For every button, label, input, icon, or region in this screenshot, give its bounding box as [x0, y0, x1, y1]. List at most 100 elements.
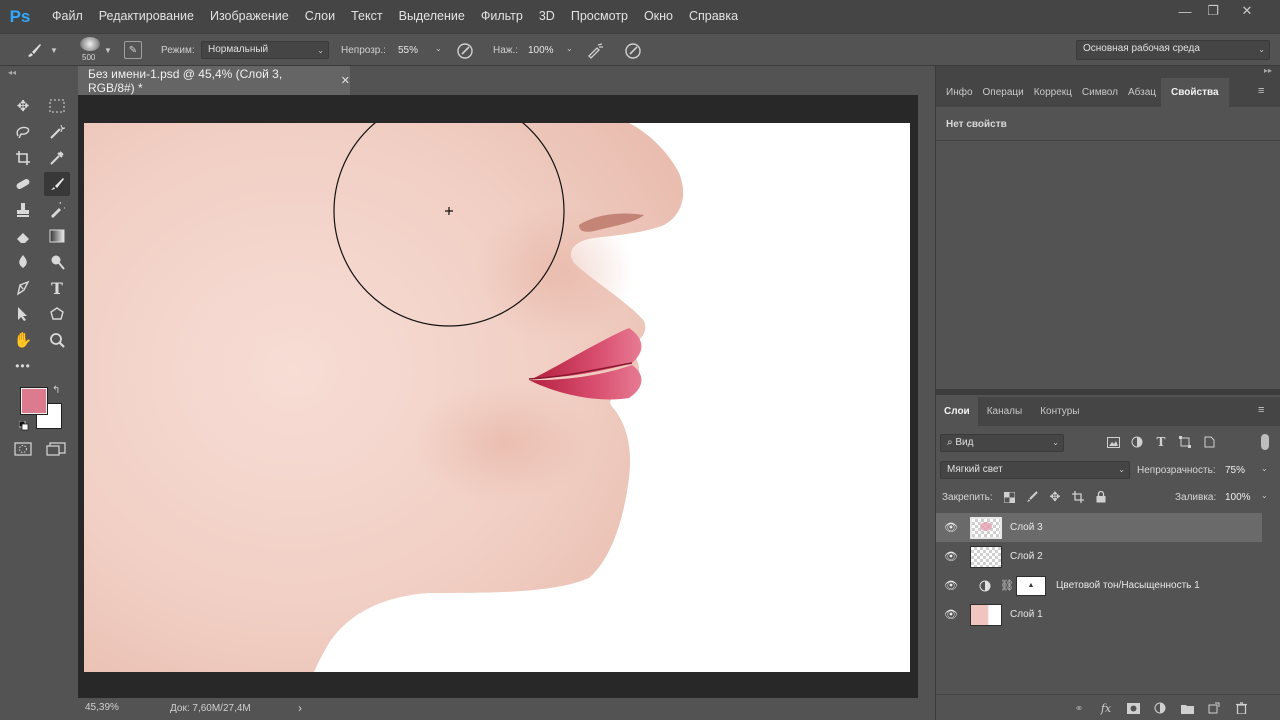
lock-transparency-icon[interactable] — [1002, 490, 1016, 504]
filter-adjustment-icon[interactable] — [1130, 435, 1144, 449]
menu-select[interactable]: Выделение — [391, 0, 473, 33]
close-window-button[interactable]: ✕ — [1230, 0, 1264, 22]
filter-type-icon[interactable]: T — [1154, 435, 1168, 449]
type-icon[interactable]: T — [44, 276, 70, 300]
menu-file[interactable]: Файл — [44, 0, 91, 33]
dodge-icon[interactable] — [44, 250, 70, 274]
zoom-level[interactable]: 45,39% — [85, 702, 119, 713]
blend-mode-dropdown[interactable]: Мягкий свет ⌄ — [940, 461, 1130, 479]
layer-filter-dropdown[interactable]: ⌕ Вид ⌄ — [940, 434, 1064, 452]
menu-edit[interactable]: Редактирование — [91, 0, 202, 33]
brush-icon[interactable] — [44, 172, 70, 196]
lasso-icon[interactable] — [10, 120, 36, 144]
opacity-value[interactable]: 55% — [398, 45, 418, 56]
tab-channels[interactable]: Каналы — [978, 397, 1032, 426]
layer-row-3[interactable]: 👁 Слой 3 — [936, 513, 1262, 542]
path-selection-icon[interactable] — [10, 302, 36, 326]
tab-paths[interactable]: Контуры — [1031, 397, 1088, 426]
layer-name[interactable]: Слой 2 — [1010, 551, 1043, 562]
foreground-color-swatch[interactable] — [20, 387, 48, 415]
layer-row-2[interactable]: 👁 Слой 2 — [936, 542, 1262, 571]
brush-preset-caret-icon[interactable]: ▼ — [50, 46, 58, 55]
pressure-opacity-icon[interactable] — [455, 41, 475, 61]
tab-character[interactable]: Символ — [1077, 78, 1123, 107]
trash-icon[interactable] — [1234, 701, 1248, 715]
more-tools-icon[interactable]: ••• — [10, 354, 36, 378]
visibility-eye-icon[interactable]: 👁 — [936, 579, 966, 592]
history-brush-icon[interactable] — [44, 198, 70, 222]
layer-opacity-caret-icon[interactable]: ⌄ — [1261, 464, 1268, 473]
crop-icon[interactable] — [10, 146, 36, 170]
menu-help[interactable]: Справка — [681, 0, 746, 33]
layer-mask-thumbnail[interactable]: ▲ — [1016, 575, 1046, 596]
magic-wand-icon[interactable] — [44, 120, 70, 144]
pressure-size-icon[interactable] — [623, 41, 643, 61]
close-document-icon[interactable]: ✕ — [341, 74, 350, 87]
blur-icon[interactable] — [10, 250, 36, 274]
screen-mode-icon[interactable] — [44, 440, 68, 458]
mode-dropdown[interactable]: Нормальный ⌄ — [201, 41, 329, 59]
layer-row-1[interactable]: 👁 Слой 1 — [936, 600, 1262, 629]
fill-value[interactable]: 100% — [1225, 492, 1251, 503]
move-icon[interactable]: ✥ — [10, 94, 36, 118]
menu-window[interactable]: Окно — [636, 0, 681, 33]
menu-3d[interactable]: 3D — [531, 0, 563, 33]
brush-panel-toggle-icon[interactable]: ✎ — [124, 41, 142, 59]
marquee-icon[interactable] — [44, 94, 70, 118]
default-colors-icon[interactable] — [18, 418, 29, 431]
chain-link-icon[interactable]: ⛓ — [1000, 579, 1014, 592]
clone-stamp-icon[interactable] — [10, 198, 36, 222]
filter-toggle-switch[interactable] — [1261, 434, 1269, 450]
eyedropper-icon[interactable] — [44, 146, 70, 170]
workspace-dropdown[interactable]: Основная рабочая среда ⌄ — [1076, 40, 1270, 60]
filter-smart-object-icon[interactable] — [1202, 435, 1216, 449]
tab-layers[interactable]: Слои — [936, 397, 978, 426]
collapse-toolbar-icon[interactable]: ◂◂ — [8, 68, 16, 77]
layer-name[interactable]: Слой 3 — [1010, 522, 1043, 533]
document-canvas[interactable] — [84, 123, 910, 672]
airbrush-icon[interactable] — [585, 41, 605, 61]
layer-opacity-value[interactable]: 75% — [1225, 465, 1245, 476]
visibility-eye-icon[interactable]: 👁 — [936, 521, 966, 534]
lock-position-icon[interactable]: ✥ — [1048, 489, 1062, 504]
restore-button[interactable]: ❐ — [1196, 0, 1230, 22]
brush-tip-icon[interactable] — [80, 37, 100, 51]
opacity-caret-icon[interactable]: ⌄ — [435, 44, 442, 53]
filter-pixel-icon[interactable] — [1106, 435, 1120, 449]
menu-view[interactable]: Просмотр — [563, 0, 636, 33]
tab-paragraph[interactable]: Абзац — [1123, 78, 1161, 107]
layer-name[interactable]: Слой 1 — [1010, 609, 1043, 620]
fill-caret-icon[interactable]: ⌄ — [1261, 491, 1268, 500]
layer-name[interactable]: Цветовой тон/Насыщенность 1 — [1056, 580, 1200, 591]
link-layers-icon[interactable]: ⚭ — [1072, 701, 1086, 715]
brush-size-caret-icon[interactable]: ▼ — [104, 46, 112, 55]
new-layer-icon[interactable] — [1207, 701, 1221, 715]
lock-all-icon[interactable] — [1094, 490, 1108, 504]
layer-row-adjustment[interactable]: 👁 ⛓ ▲ Цветовой тон/Насыщенность 1 — [936, 571, 1262, 600]
menu-type[interactable]: Текст — [343, 0, 390, 33]
status-menu-arrow-icon[interactable]: › — [298, 701, 302, 715]
quick-mask-icon[interactable] — [12, 440, 34, 458]
menu-image[interactable]: Изображение — [202, 0, 297, 33]
shape-icon[interactable] — [44, 302, 70, 326]
gradient-icon[interactable] — [44, 224, 70, 248]
tab-info[interactable]: Инфо — [936, 78, 978, 107]
brush-preset-icon[interactable] — [22, 40, 46, 60]
visibility-eye-icon[interactable]: 👁 — [936, 550, 966, 563]
menu-layer[interactable]: Слои — [297, 0, 343, 33]
flow-caret-icon[interactable]: ⌄ — [566, 44, 573, 53]
add-mask-icon[interactable] — [1126, 701, 1140, 715]
layer-style-fx-icon[interactable]: fx — [1099, 701, 1113, 715]
lock-pixels-icon[interactable] — [1025, 490, 1039, 504]
swap-colors-icon[interactable]: ↰ — [52, 385, 60, 396]
hand-icon[interactable]: ✋ — [10, 328, 36, 352]
collapse-panels-icon[interactable]: ▸▸ — [1264, 66, 1272, 75]
visibility-eye-icon[interactable]: 👁 — [936, 608, 966, 621]
properties-menu-icon[interactable]: ≡ — [1258, 85, 1264, 97]
menu-filter[interactable]: Фильтр — [473, 0, 531, 33]
new-group-folder-icon[interactable] — [1180, 701, 1194, 715]
eraser-icon[interactable] — [10, 224, 36, 248]
zoom-icon[interactable] — [44, 328, 70, 352]
document-tab[interactable]: Без имени-1.psd @ 45,4% (Слой 3, RGB/8#)… — [78, 66, 350, 95]
pen-icon[interactable] — [10, 276, 36, 300]
